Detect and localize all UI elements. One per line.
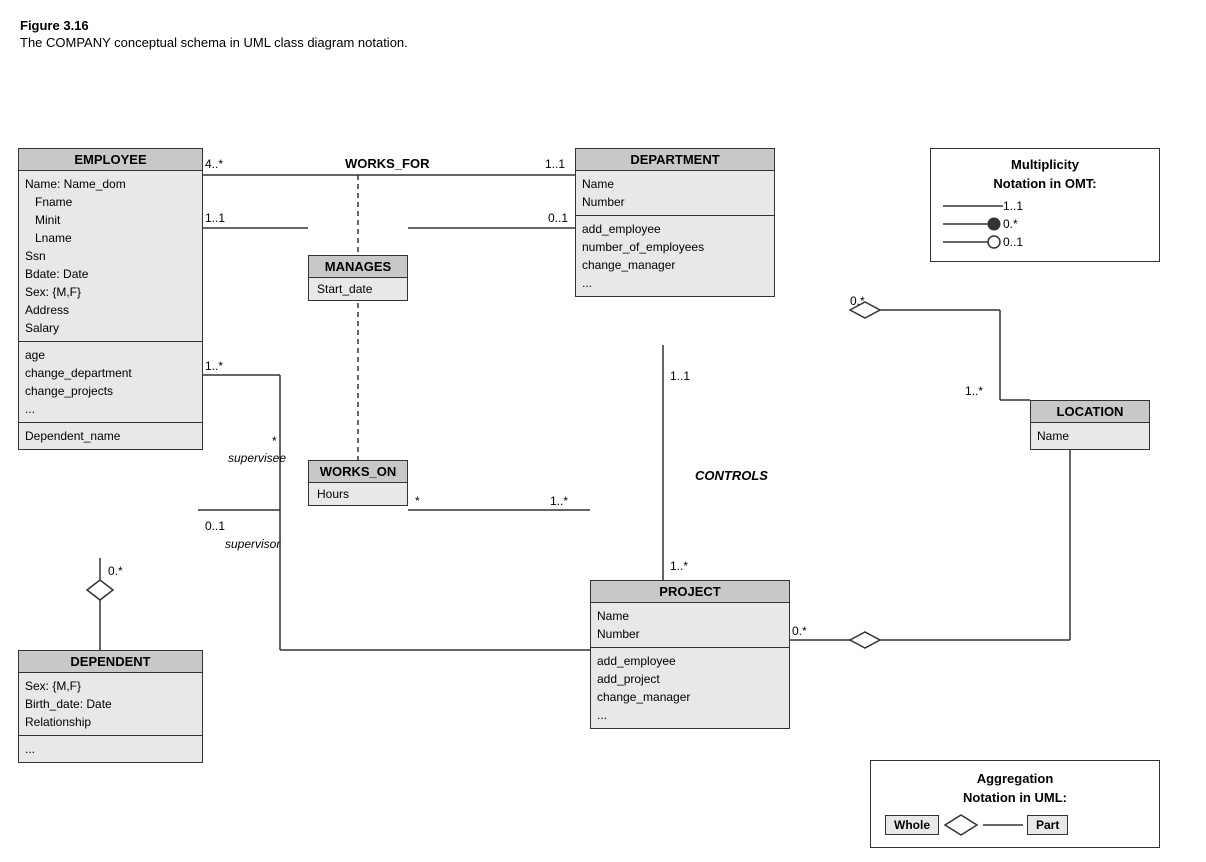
- works-on-attributes: Hours: [309, 483, 407, 505]
- svg-text:CONTROLS: CONTROLS: [695, 468, 768, 483]
- whole-box: Whole: [885, 815, 939, 835]
- svg-text:1..*: 1..*: [205, 359, 223, 373]
- project-methods: add_employee add_project change_manager …: [591, 648, 789, 728]
- multiplicity-notation-box: Multiplicity Notation in OMT: 1..1 0.* 0…: [930, 148, 1160, 262]
- location-header: LOCATION: [1031, 401, 1149, 423]
- employee-dependent-name: Dependent_name: [19, 423, 202, 449]
- aggregation-row: Whole Part: [885, 813, 1145, 837]
- aggregation-notation-box: Aggregation Notation in UML: Whole Part: [870, 760, 1160, 848]
- aggregation-diamond-icon: [943, 813, 979, 837]
- aggregation-line-icon: [983, 818, 1023, 832]
- department-header: DEPARTMENT: [576, 149, 774, 171]
- notation-line-0-star: [943, 217, 1003, 231]
- project-attributes: Name Number: [591, 603, 789, 648]
- manages-box: MANAGES Start_date: [308, 255, 408, 301]
- notation-row-1: 1..1: [943, 199, 1147, 213]
- page-container: Figure 3.16 The COMPANY conceptual schem…: [0, 0, 1206, 862]
- svg-text:0.*: 0.*: [108, 564, 123, 578]
- svg-text:WORKS_FOR: WORKS_FOR: [345, 156, 430, 171]
- dependent-methods: ...: [19, 736, 202, 762]
- multiplicity-title2: Notation in OMT:: [943, 176, 1147, 191]
- svg-text:1..1: 1..1: [545, 157, 565, 171]
- figure-title: Figure 3.16: [20, 18, 1186, 33]
- department-class: DEPARTMENT Name Number add_employee numb…: [575, 148, 775, 297]
- aggregation-title1: Aggregation: [885, 771, 1145, 786]
- manages-attributes: Start_date: [309, 278, 407, 300]
- location-class: LOCATION Name: [1030, 400, 1150, 450]
- svg-text:4..*: 4..*: [205, 157, 223, 171]
- svg-text:0.*: 0.*: [792, 624, 807, 638]
- notation-label-0-1: 0..1: [1003, 235, 1023, 249]
- notation-label-0-star: 0.*: [1003, 217, 1018, 231]
- dependent-header: DEPENDENT: [19, 651, 202, 673]
- notation-label-1-1: 1..1: [1003, 199, 1023, 213]
- department-attributes: Name Number: [576, 171, 774, 216]
- employee-class: EMPLOYEE Name: Name_dom Fname Minit Lnam…: [18, 148, 203, 450]
- notation-line-1-1: [943, 199, 1003, 213]
- notation-row-2: 0.*: [943, 217, 1147, 231]
- svg-text:0.*: 0.*: [850, 294, 865, 308]
- multiplicity-title1: Multiplicity: [943, 157, 1147, 172]
- svg-text:supervisee: supervisee: [228, 451, 286, 465]
- svg-text:1..*: 1..*: [550, 494, 568, 508]
- dependent-class: DEPENDENT Sex: {M,F} Birth_date: Date Re…: [18, 650, 203, 763]
- project-class: PROJECT Name Number add_employee add_pro…: [590, 580, 790, 729]
- svg-text:1..*: 1..*: [670, 559, 688, 573]
- dependent-attributes: Sex: {M,F} Birth_date: Date Relationship: [19, 673, 202, 736]
- svg-text:1..1: 1..1: [205, 211, 225, 225]
- svg-text:0..1: 0..1: [205, 519, 225, 533]
- employee-header: EMPLOYEE: [19, 149, 202, 171]
- notation-line-0-1: [943, 235, 1003, 249]
- svg-text:1..*: 1..*: [965, 384, 983, 398]
- svg-text:*: *: [415, 494, 420, 508]
- department-methods: add_employee number_of_employees change_…: [576, 216, 774, 296]
- svg-text:0..1: 0..1: [548, 211, 568, 225]
- svg-text:supervisor: supervisor: [225, 537, 281, 551]
- figure-caption: The COMPANY conceptual schema in UML cla…: [20, 35, 1186, 50]
- manages-header: MANAGES: [309, 256, 407, 278]
- svg-text:*: *: [272, 434, 277, 448]
- project-header: PROJECT: [591, 581, 789, 603]
- part-box: Part: [1027, 815, 1068, 835]
- works-on-box: WORKS_ON Hours: [308, 460, 408, 506]
- svg-text:1..1: 1..1: [670, 369, 690, 383]
- notation-row-3: 0..1: [943, 235, 1147, 249]
- location-attributes: Name: [1031, 423, 1149, 449]
- employee-attributes: Name: Name_dom Fname Minit Lname Ssn Bda…: [19, 171, 202, 342]
- employee-methods: age change_department change_projects ..…: [19, 342, 202, 423]
- aggregation-title2: Notation in UML:: [885, 790, 1145, 805]
- works-on-header: WORKS_ON: [309, 461, 407, 483]
